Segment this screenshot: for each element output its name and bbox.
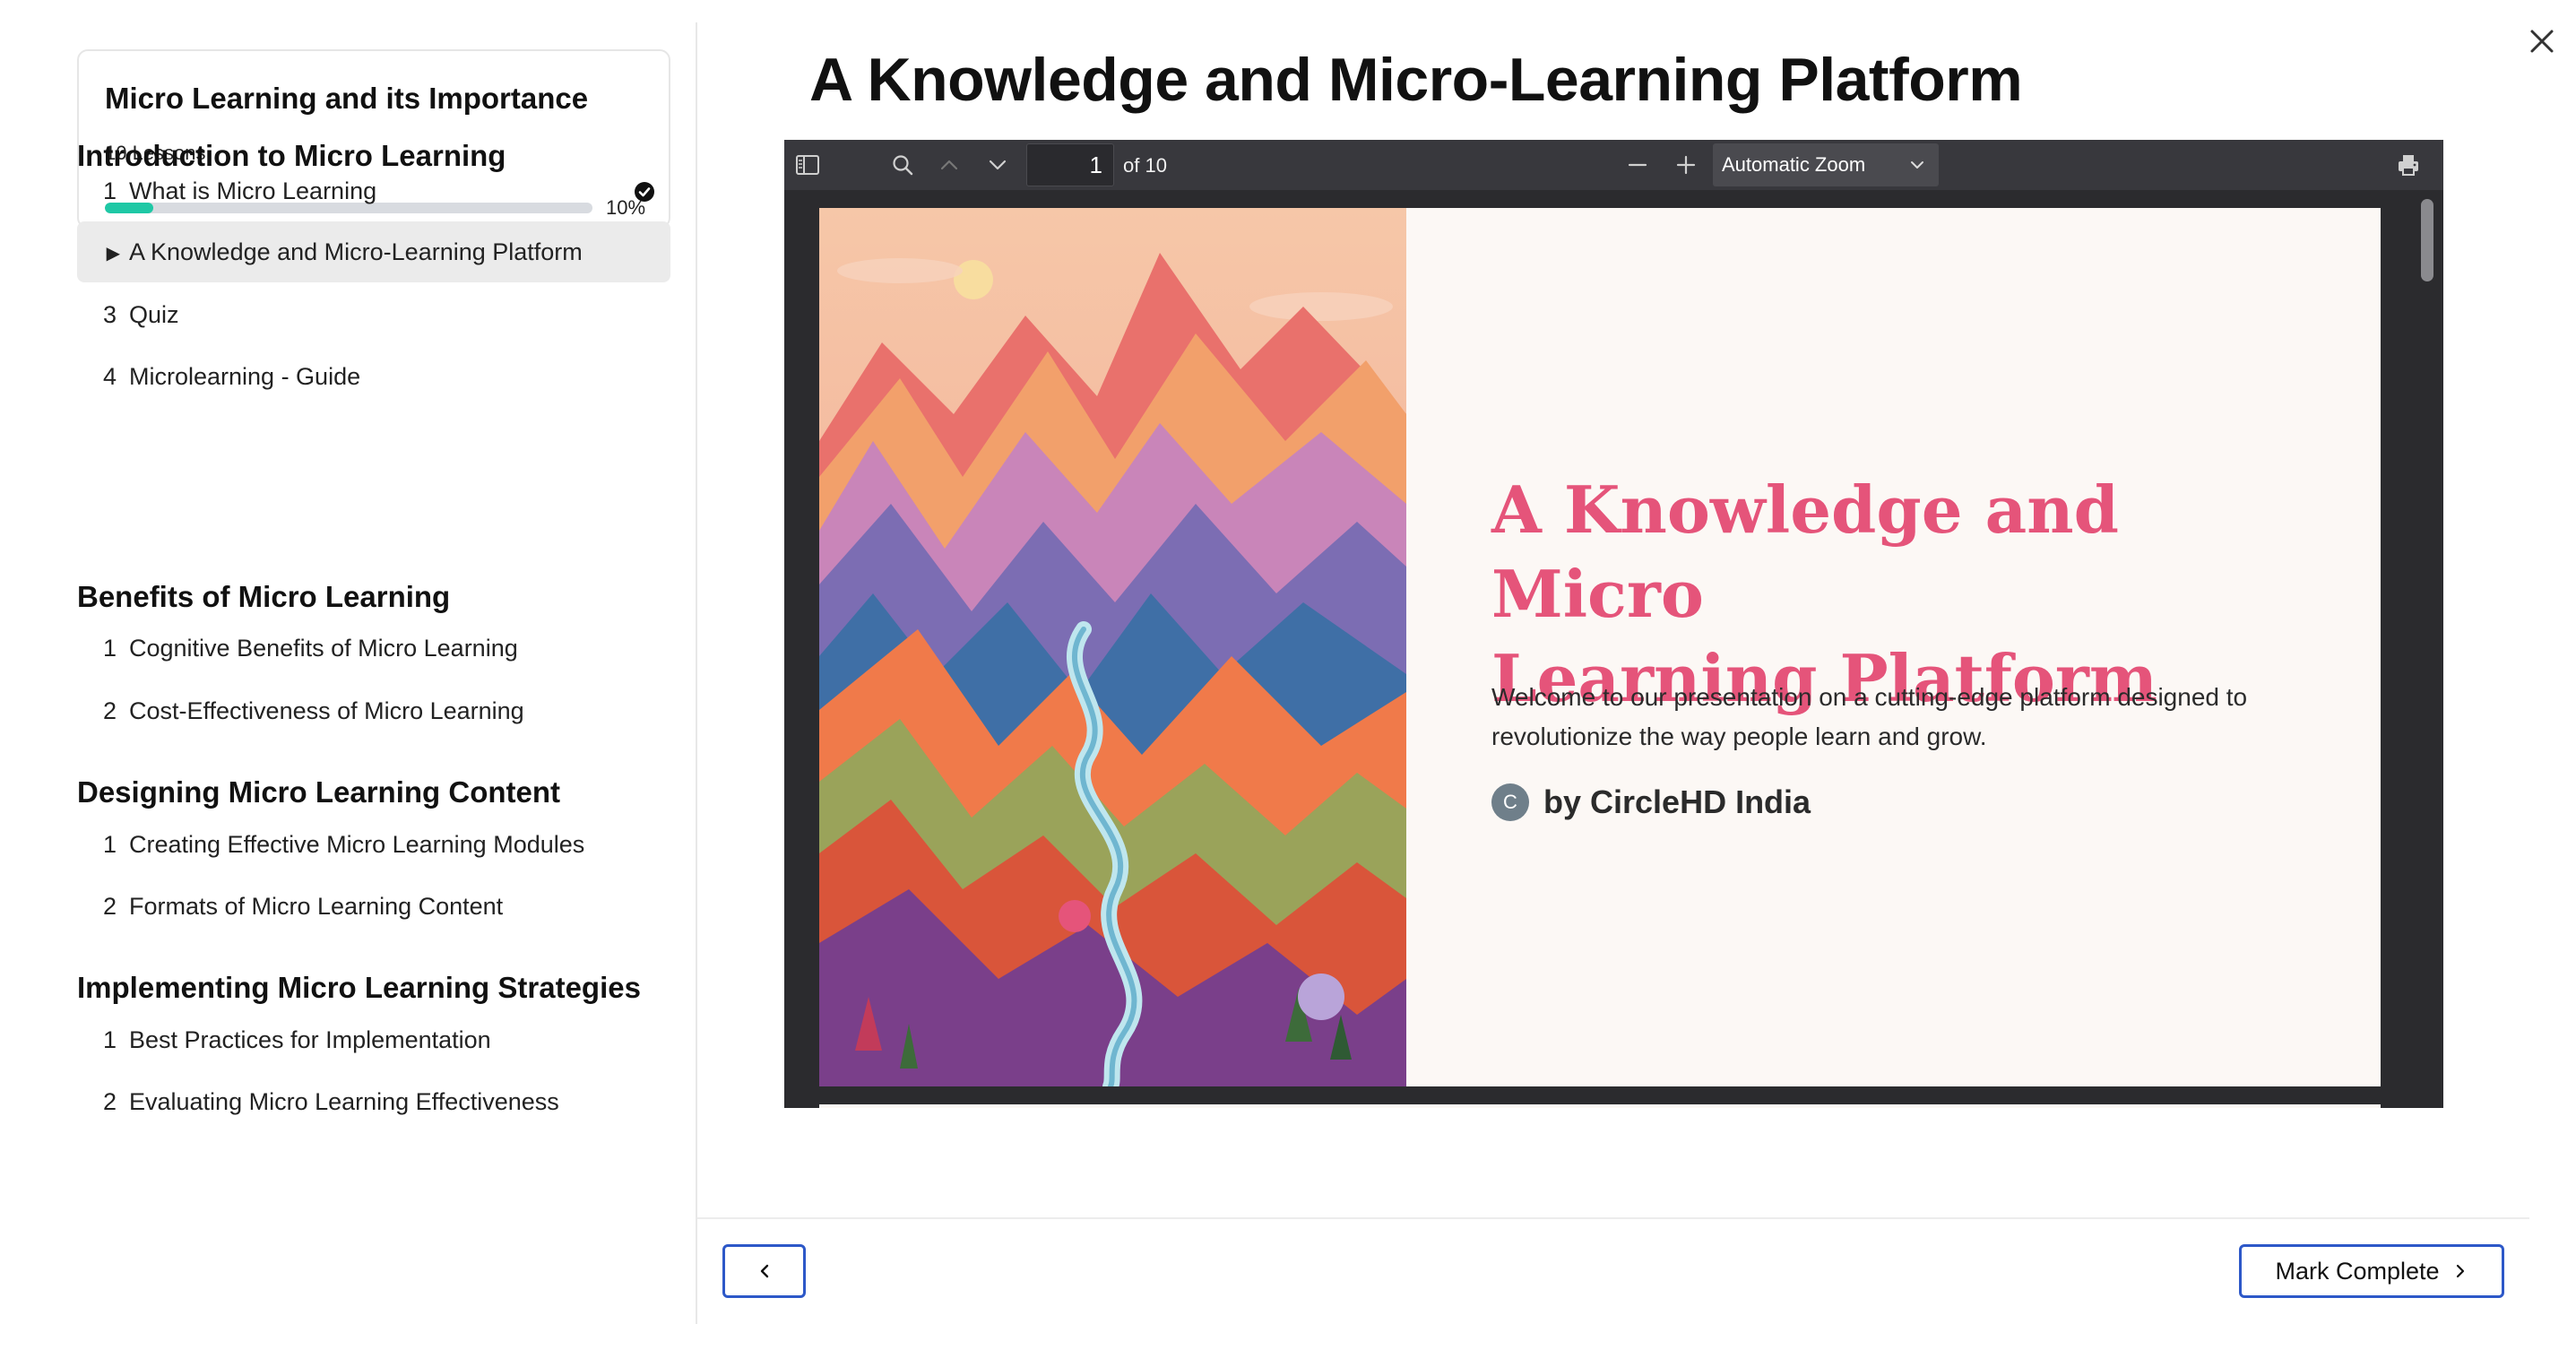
section-title: Implementing Micro Learning Strategies	[77, 971, 641, 1004]
zoom-select[interactable]: Automatic Zoom	[1713, 143, 1939, 186]
chevron-down-icon	[1908, 156, 1926, 179]
slide-author: C by CircleHD India	[1491, 783, 1811, 821]
section-title: Benefits of Micro Learning	[77, 580, 451, 613]
slide-description-line: Welcome to our presentation on a cutting…	[1491, 683, 2248, 711]
scrollbar-thumb[interactable]	[2421, 199, 2433, 281]
lesson-item[interactable]: 4 Microlearning - Guide	[77, 346, 670, 407]
lesson-number: 1	[102, 177, 117, 204]
author-name: by CircleHD India	[1543, 783, 1811, 820]
pdf-viewer: of 10 Automatic Zoom	[784, 140, 2443, 1108]
chevron-down-icon[interactable]	[985, 152, 1010, 177]
page-number-input[interactable]	[1026, 143, 1114, 186]
search-icon[interactable]	[890, 152, 915, 177]
mark-complete-button[interactable]: Mark Complete	[2239, 1244, 2504, 1298]
lesson-number: 2	[102, 1087, 117, 1115]
next-page-edge	[819, 1104, 2381, 1108]
mountain-landscape-illustration	[819, 208, 1406, 1086]
lesson-title: What is Micro Learning	[129, 177, 377, 204]
slide-description-line: revolutionize the way people learn and g…	[1491, 723, 1987, 750]
lesson-title: Best Practices for Implementation	[129, 1025, 491, 1053]
close-button[interactable]	[2524, 23, 2560, 59]
lesson-title: Formats of Micro Learning Content	[129, 892, 504, 920]
lesson-number: 4	[102, 362, 117, 390]
lesson-item[interactable]: 1 What is Micro Learning	[77, 160, 670, 221]
lesson-item[interactable]: 1 Cognitive Benefits of Micro Learning	[77, 618, 670, 679]
lesson-number: 3	[102, 300, 117, 328]
lesson-title: A Knowledge and Micro-Learning Platform	[129, 238, 583, 265]
previous-button[interactable]	[722, 1244, 806, 1298]
page-total: of 10	[1123, 154, 1167, 177]
author-avatar: C	[1491, 783, 1529, 821]
slide-description: Welcome to our presentation on a cutting…	[1491, 678, 2289, 757]
lesson-title: Microlearning - Guide	[129, 362, 361, 390]
lesson-item[interactable]: 2 Formats of Micro Learning Content	[77, 876, 670, 937]
lesson-item[interactable]: 2 Evaluating Micro Learning Effectivenes…	[77, 1071, 670, 1132]
lesson-item[interactable]: 3 Quiz	[77, 284, 670, 345]
lesson-number: 1	[102, 830, 117, 858]
lesson-item[interactable]: 2 Cost-Effectiveness of Micro Learning	[77, 680, 670, 741]
lesson-number: 1	[102, 634, 117, 662]
lesson-item[interactable]: 1 Best Practices for Implementation	[77, 1009, 670, 1070]
section-title: Designing Micro Learning Content	[77, 775, 561, 809]
lesson-title: Cost-Effectiveness of Micro Learning	[129, 697, 524, 724]
mark-complete-label: Mark Complete	[2275, 1257, 2440, 1285]
course-sidebar: Micro Learning and its Importance 10 Les…	[0, 22, 697, 1324]
lesson-title: Evaluating Micro Learning Effectiveness	[129, 1087, 559, 1115]
lesson-title: Cognitive Benefits of Micro Learning	[129, 634, 518, 662]
chevron-left-icon	[760, 1264, 768, 1278]
lesson-title: Creating Effective Micro Learning Module…	[129, 830, 585, 858]
lesson-title: Quiz	[129, 300, 179, 328]
play-icon: ▶	[106, 243, 120, 264]
lesson-item-active[interactable]: ▶ A Knowledge and Micro-Learning Platfor…	[77, 221, 670, 282]
lesson-number: 2	[102, 892, 117, 920]
sidebar-toggle-icon[interactable]	[795, 152, 820, 177]
chevron-right-icon	[2452, 1263, 2468, 1279]
lesson-number: 1	[102, 1025, 117, 1053]
zoom-out-icon[interactable]	[1625, 152, 1650, 177]
zoom-in-icon[interactable]	[1673, 152, 1699, 177]
slide-title-line: A Knowledge and Micro	[1491, 472, 2119, 632]
zoom-value: Automatic Zoom	[1722, 153, 1866, 176]
chevron-up-icon[interactable]	[937, 152, 962, 177]
footer-divider	[697, 1217, 2529, 1219]
completed-check-icon	[635, 182, 654, 202]
lesson-number: 2	[102, 697, 117, 724]
lesson-item[interactable]: 1 Creating Effective Micro Learning Modu…	[77, 814, 670, 875]
print-icon[interactable]	[2396, 152, 2421, 177]
pdf-toolbar: of 10 Automatic Zoom	[784, 140, 2443, 190]
course-title: Micro Learning and its Importance	[105, 82, 589, 115]
close-icon	[2530, 30, 2554, 53]
pdf-page: A Knowledge and Micro Learning Platform …	[819, 208, 2381, 1086]
lesson-title-heading: A Knowledge and Micro-Learning Platform	[809, 46, 2023, 114]
